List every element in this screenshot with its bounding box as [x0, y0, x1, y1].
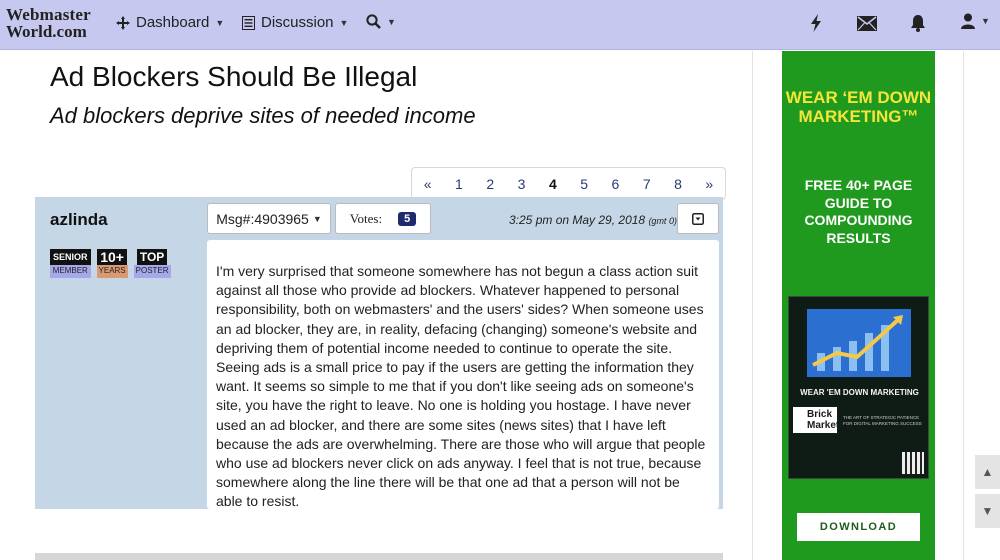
- ad-book-title: WEAR 'EM DOWN MARKETING: [800, 388, 919, 397]
- collapse-icon: [692, 212, 704, 225]
- pagination-page[interactable]: 5: [568, 168, 599, 199]
- author-badges: SENIOR MEMBER 10+ YEARS TOP POSTER: [50, 249, 171, 278]
- post-timezone: (gmt 0): [648, 216, 677, 226]
- badge-top-poster: TOP POSTER: [133, 249, 171, 278]
- pagination-page[interactable]: 7: [631, 168, 662, 199]
- pagination-page-current[interactable]: 4: [537, 168, 568, 199]
- mail-icon: [857, 15, 877, 31]
- message-number-label: Msg#:4903965: [216, 210, 309, 227]
- ad-brand-logo: Brick Marketing: [793, 407, 854, 433]
- list-icon: [242, 15, 255, 30]
- collapse-post-button[interactable]: [677, 203, 719, 234]
- ad-book-cover: WEAR 'EM DOWN MARKETING Brick Marketing …: [788, 296, 929, 479]
- next-post-edge: [35, 553, 723, 560]
- badge-top-text: 10+: [97, 249, 127, 265]
- dashboard-menu[interactable]: Dashboard ▼: [116, 14, 224, 31]
- ad-subheadline: FREE 40+ PAGE GUIDE TO COMPOUNDING RESUL…: [804, 177, 913, 246]
- badge-senior-member: SENIOR MEMBER: [50, 249, 91, 278]
- post-author[interactable]: azlinda: [50, 210, 108, 230]
- chevron-down-icon: ▼: [981, 16, 990, 26]
- sidebar-advertisement[interactable]: WEAR ‘EM DOWN MARKETING™ FREE 40+ PAGE G…: [782, 51, 935, 560]
- lightning-icon: [811, 14, 821, 32]
- bell-icon: [911, 15, 925, 32]
- chart-illustration-icon: [807, 309, 911, 377]
- post-timestamp: 3:25 pm on May 29, 2018 (gmt 0): [509, 213, 677, 227]
- page-subtitle: Ad blockers deprive sites of needed inco…: [50, 103, 476, 128]
- notifications-button[interactable]: [907, 12, 929, 34]
- divider: [963, 51, 964, 560]
- discussion-label: Discussion: [261, 14, 334, 31]
- forum-post: azlinda SENIOR MEMBER 10+ YEARS TOP POST…: [35, 197, 723, 509]
- message-number-button[interactable]: Msg#:4903965 ▼: [207, 203, 331, 234]
- chevron-down-icon: ▼: [312, 213, 322, 224]
- arrow-up-icon: ▲: [981, 465, 994, 479]
- pagination-prev[interactable]: «: [412, 168, 443, 199]
- badge-bottom-text: YEARS: [96, 265, 128, 278]
- user-menu[interactable]: ▼: [961, 13, 990, 29]
- ad-headline: WEAR ‘EM DOWN MARKETING™: [785, 88, 932, 126]
- move-icon: [116, 15, 130, 30]
- ad-download-button[interactable]: DOWNLOAD: [797, 513, 920, 541]
- badge-bottom-text: POSTER: [133, 265, 171, 278]
- chevron-down-icon: ▼: [215, 17, 225, 28]
- logo-line1: Webmaster: [6, 5, 91, 24]
- search-icon: [366, 14, 381, 29]
- pagination-page[interactable]: 3: [506, 168, 537, 199]
- pagination-next[interactable]: »: [694, 168, 725, 199]
- dashboard-label: Dashboard: [136, 14, 210, 31]
- chevron-down-icon: ▼: [339, 17, 349, 28]
- messages-button[interactable]: [856, 12, 878, 34]
- user-icon: [961, 13, 975, 29]
- logo-line2: World.com: [6, 22, 87, 41]
- ad-gutter: [752, 51, 782, 560]
- pagination-page[interactable]: 6: [600, 168, 631, 199]
- activity-button[interactable]: [805, 12, 827, 34]
- scroll-down-button[interactable]: ▼: [975, 494, 1000, 528]
- arrow-down-icon: ▼: [981, 504, 994, 518]
- votes-button[interactable]: Votes: 5: [335, 203, 431, 234]
- search-menu[interactable]: ▼: [366, 14, 396, 29]
- pagination-page[interactable]: 8: [662, 168, 693, 199]
- chevron-down-icon: ▼: [387, 16, 396, 27]
- pagination: « 1 2 3 4 5 6 7 8 »: [411, 167, 726, 200]
- top-navbar: Webmaster World.com Dashboard ▼ Discussi…: [0, 0, 1000, 50]
- page-title: Ad Blockers Should Be Illegal: [50, 61, 418, 92]
- pagination-page[interactable]: 2: [475, 168, 506, 199]
- votes-label: Votes:: [349, 210, 383, 226]
- badge-top-text: TOP: [136, 249, 168, 265]
- pagination-page[interactable]: 1: [443, 168, 474, 199]
- votes-count-badge: 5: [398, 211, 417, 226]
- discussion-menu[interactable]: Discussion ▼: [242, 14, 348, 31]
- post-time-text: 3:25 pm on May 29, 2018: [509, 213, 646, 227]
- badge-bottom-text: MEMBER: [50, 265, 91, 278]
- ad-book-tagline: THE ART OF STRATEGIC PATIENCE FOR DIGITA…: [843, 415, 922, 426]
- badge-top-text: SENIOR: [50, 249, 91, 265]
- scroll-up-button[interactable]: ▲: [975, 455, 1000, 489]
- site-logo[interactable]: Webmaster World.com: [6, 6, 102, 44]
- qr-code-icon: [902, 452, 924, 474]
- post-body: I'm very surprised that someone somewher…: [207, 240, 719, 509]
- badge-years: 10+ YEARS: [96, 249, 128, 278]
